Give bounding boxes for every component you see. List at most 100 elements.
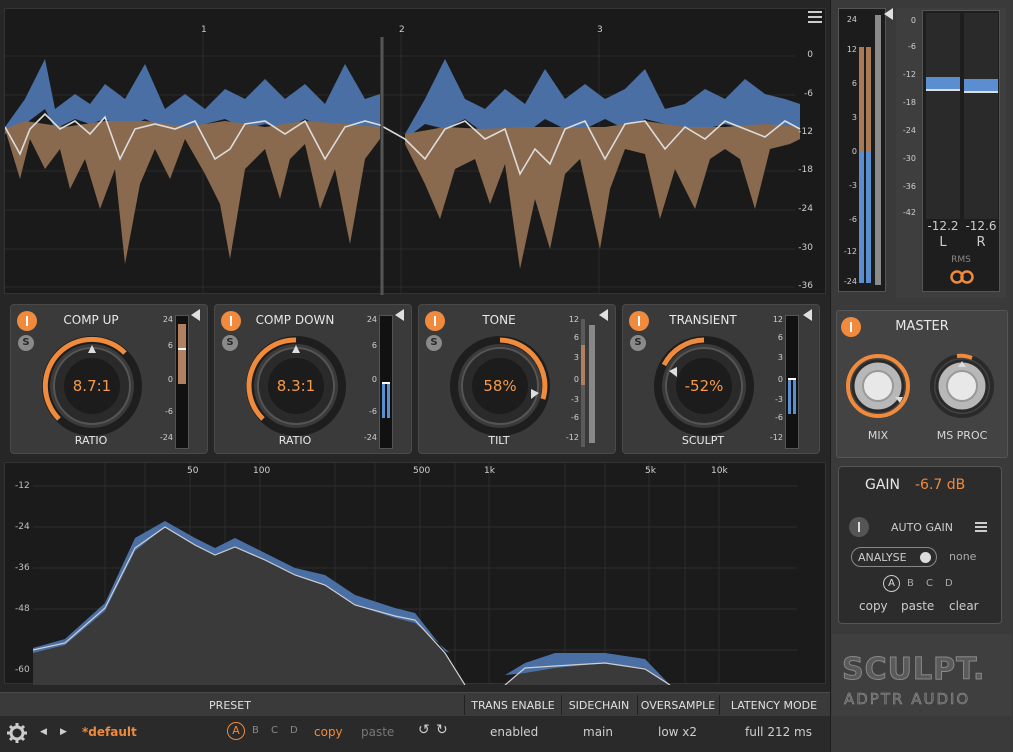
input-meter-scale: -3 xyxy=(849,181,857,190)
input-meter-scale: 3 xyxy=(851,113,857,122)
module-tone: S TONE 58% TILT 12 6 3 0 -3 -6 -12 xyxy=(418,304,616,454)
sidechain-value[interactable]: main xyxy=(583,725,613,739)
meter-marker-icon[interactable] xyxy=(803,309,812,321)
module-comp-up: S COMP UP 8.7:1 RATIO 24 6 0 -6 -24 xyxy=(10,304,208,454)
input-meter-scale: 6 xyxy=(851,79,857,88)
auto-gain-label: AUTO GAIN xyxy=(891,521,953,534)
divider xyxy=(719,695,720,715)
threshold-marker-icon[interactable] xyxy=(884,8,893,20)
eq-freq-label: 10k xyxy=(711,466,728,476)
ratio-value: 8.7:1 xyxy=(72,377,112,395)
meter-scale-label: -24 xyxy=(159,433,173,442)
meter-scale-label: 6 xyxy=(371,341,377,350)
oversample-value[interactable]: low x2 xyxy=(658,725,697,739)
copy-button[interactable]: copy xyxy=(314,725,343,739)
hamburger-menu-icon[interactable] xyxy=(808,11,822,23)
input-meter-scale: -12 xyxy=(843,247,857,256)
master-title: MASTER xyxy=(895,319,949,334)
eq-freq-label: 500 xyxy=(413,466,431,476)
prev-preset-icon[interactable]: ◀ xyxy=(40,727,47,737)
solo-icon[interactable]: S xyxy=(18,335,34,351)
settings-label-bar: PRESET TRANS ENABLE SIDECHAIN OVERSAMPLE… xyxy=(0,692,830,716)
product-logo: SCULPT. xyxy=(841,652,986,688)
bar-marker-2: 2 xyxy=(399,25,405,35)
module-title: TRANSIENT xyxy=(669,313,737,327)
sidechain-header: SIDECHAIN xyxy=(568,699,630,712)
waveform-display[interactable]: 1 2 3 0 -6 -12 -18 -24 -30 -36 xyxy=(4,8,826,295)
meter-scale-label: -6 xyxy=(571,413,579,422)
sculpt-knob[interactable]: -52% xyxy=(651,333,757,439)
gain-value[interactable]: -6.7 dB xyxy=(915,477,965,493)
output-meter-box: 0 -6 -12 -18 -24 -30 -36 -42 -12.2 -12.6… xyxy=(896,8,1006,298)
gear-icon[interactable] xyxy=(6,722,28,744)
mix-label: MIX xyxy=(867,429,889,442)
paste-button[interactable]: paste xyxy=(361,725,394,739)
gain-slot-a-button[interactable]: A xyxy=(883,575,900,592)
redo-icon[interactable]: ↻ xyxy=(436,722,448,738)
slot-b-button[interactable]: B xyxy=(252,725,259,736)
gain-slot-c-button[interactable]: C xyxy=(926,578,933,589)
output-meter-scale: 0 xyxy=(910,16,916,25)
output-meter-scale: -12 xyxy=(902,70,916,79)
meter-scale-label: 6 xyxy=(573,333,579,342)
gain-clear-button[interactable]: clear xyxy=(949,599,979,613)
solo-icon[interactable]: S xyxy=(630,335,646,351)
input-meter-scale: -6 xyxy=(849,215,857,224)
tilt-knob[interactable]: 58% xyxy=(447,333,553,439)
input-meter-track xyxy=(875,15,881,285)
ratio-value: 8.3:1 xyxy=(276,377,316,395)
analyse-state: none xyxy=(949,550,977,563)
gain-copy-button[interactable]: copy xyxy=(859,599,888,613)
meter-scale-label: 0 xyxy=(167,375,173,384)
meter-marker-icon[interactable] xyxy=(599,309,608,321)
bar-marker-1: 1 xyxy=(201,25,207,35)
latency-value[interactable]: full 212 ms xyxy=(745,725,812,739)
input-meter-scale: 24 xyxy=(846,15,857,24)
ratio-knob[interactable]: 8.7:1 xyxy=(39,333,145,439)
sculpt-value: -52% xyxy=(684,377,724,395)
gain-reduction-meter xyxy=(175,315,189,449)
ratio-knob[interactable]: 8.3:1 xyxy=(243,333,349,439)
slot-c-button[interactable]: C xyxy=(271,725,278,736)
tilt-value: 58% xyxy=(483,377,517,395)
gain-slot-b-button[interactable]: B xyxy=(907,578,914,589)
ms-proc-label: MS PROC xyxy=(936,429,988,442)
eq-freq-label: 50 xyxy=(187,466,199,476)
meter-scale-label: 24 xyxy=(366,315,377,324)
solo-icon[interactable]: S xyxy=(426,335,442,351)
ratio-label: RATIO xyxy=(278,434,312,447)
auto-gain-power-icon[interactable] xyxy=(849,517,869,537)
module-comp-down: S COMP DOWN 8.3:1 RATIO 24 6 0 -6 -24 xyxy=(214,304,412,454)
next-preset-icon[interactable]: ▶ xyxy=(60,727,67,737)
meter-marker-icon[interactable] xyxy=(191,309,200,321)
eq-spectrum-display[interactable]: 50 100 500 1k 5k 10k -12 -24 -36 -48 -60 xyxy=(4,462,826,685)
trans-enable-value[interactable]: enabled xyxy=(490,725,538,739)
trans-enable-header: TRANS ENABLE xyxy=(471,699,555,712)
preset-name[interactable]: *default xyxy=(82,725,137,739)
slot-a-button[interactable]: A xyxy=(227,722,245,740)
meter-scale-label: 6 xyxy=(777,333,783,342)
wave-db-tick: 0 xyxy=(807,50,813,60)
analyse-button[interactable]: ANALYSE xyxy=(851,547,937,567)
tone-meter-track xyxy=(581,319,585,447)
output-meter-scale: -24 xyxy=(902,126,916,135)
meter-marker-icon[interactable] xyxy=(395,309,404,321)
solo-icon[interactable]: S xyxy=(222,335,238,351)
undo-icon[interactable]: ↺ xyxy=(418,722,430,738)
wave-db-tick: -24 xyxy=(798,204,813,214)
meter-scale-label: -6 xyxy=(369,407,377,416)
input-meter-bar xyxy=(859,47,864,151)
slot-d-button[interactable]: D xyxy=(290,725,298,736)
eq-freq-label: 5k xyxy=(645,466,656,476)
ms-proc-knob[interactable] xyxy=(927,351,997,421)
transient-meter xyxy=(785,315,799,449)
meter-scale-label: -12 xyxy=(769,433,783,442)
auto-gain-menu-icon[interactable] xyxy=(975,522,987,532)
right-channel-meter xyxy=(964,13,998,219)
gain-paste-button[interactable]: paste xyxy=(901,599,934,613)
mix-knob[interactable] xyxy=(843,351,913,421)
link-rings-icon[interactable] xyxy=(949,269,975,285)
gain-slot-d-button[interactable]: D xyxy=(945,578,953,589)
output-meter-scale: -18 xyxy=(902,98,916,107)
divider xyxy=(637,695,638,715)
